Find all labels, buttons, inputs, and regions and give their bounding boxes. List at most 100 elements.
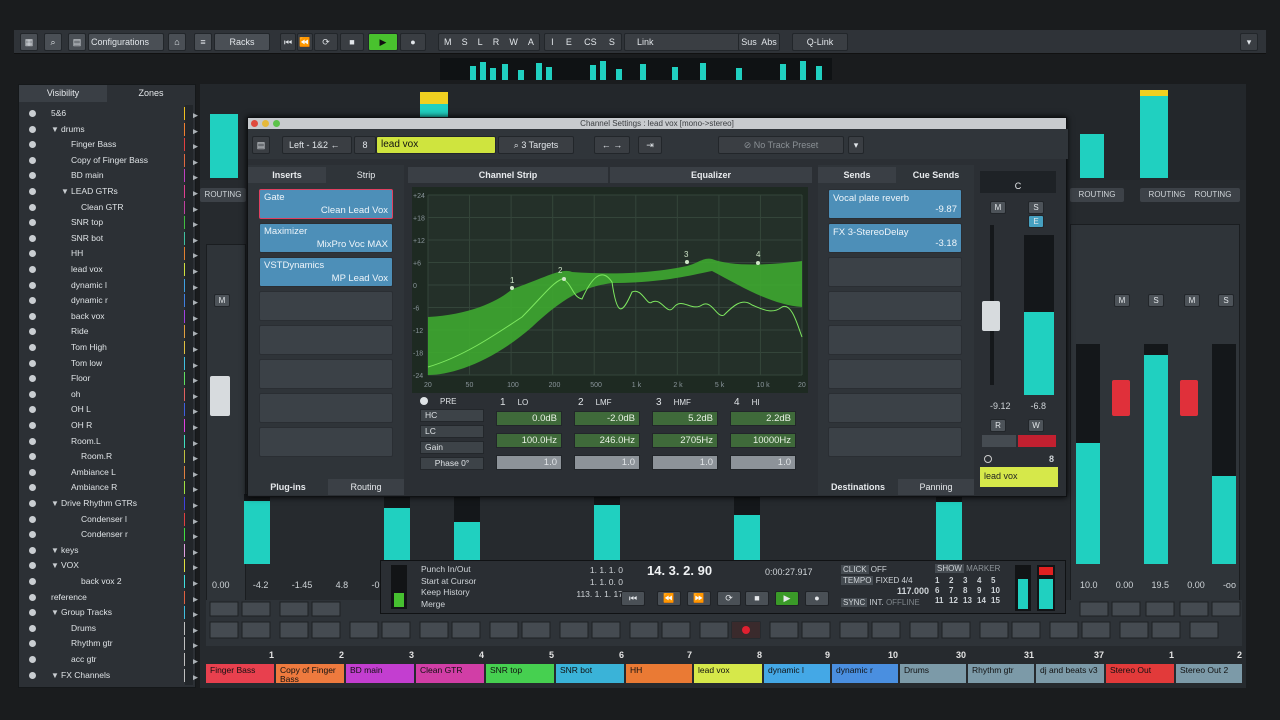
visibility-toggle-icon[interactable]	[29, 297, 36, 305]
eq-band-freq-field[interactable]: 10000Hz	[730, 433, 796, 448]
play-button-transport[interactable]: ▶	[775, 591, 799, 606]
tab-channel-strip[interactable]: Channel Strip	[408, 167, 608, 183]
visibility-item[interactable]: Copy of Finger Bass ▶	[19, 153, 198, 168]
visibility-toggle-icon[interactable]	[29, 219, 36, 227]
visibility-item[interactable]: acc gtr ▶	[19, 652, 198, 667]
visibility-item[interactable]: BD main ▶	[19, 168, 198, 183]
eq-band-q-field[interactable]: 1.0	[574, 455, 640, 470]
visibility-item[interactable]: 5&6 ▶	[19, 106, 198, 121]
visibility-toggle-icon[interactable]	[29, 468, 36, 476]
insert-slot-8[interactable]	[259, 427, 393, 457]
s-toggle[interactable]: S	[462, 34, 468, 50]
eq-band-gain-field[interactable]: 5.2dB	[652, 411, 718, 426]
track-name-label[interactable]: BD main	[346, 664, 414, 683]
track-name-label[interactable]: Clean GTR	[416, 664, 484, 683]
r-toggle[interactable]: R	[493, 34, 500, 50]
tempo-bpm[interactable]: 117.000	[841, 586, 929, 597]
stop-button[interactable]: ■	[745, 591, 769, 606]
visibility-toggle-icon[interactable]	[29, 671, 36, 679]
marker-button[interactable]: 2	[949, 576, 961, 585]
routing-selector[interactable]: Left - 1&2 ←	[282, 136, 352, 154]
mute-button-r1[interactable]: M	[1114, 294, 1130, 307]
record-button-transport[interactable]: ●	[805, 591, 829, 606]
visibility-toggle-icon[interactable]	[29, 281, 36, 289]
eq-node-1-label[interactable]: 1	[510, 276, 515, 285]
visibility-toggle-icon[interactable]	[29, 546, 36, 554]
eq-node-4-label[interactable]: 4	[756, 250, 761, 259]
visibility-toggle-icon[interactable]	[29, 406, 36, 414]
right-locator[interactable]: 1. 1. 0. 0	[545, 576, 623, 588]
record-enable-cs[interactable]	[1018, 435, 1056, 447]
visibility-toggle-icon[interactable]	[29, 188, 36, 195]
visibility-item[interactable]: Condenser l ▶	[19, 512, 198, 527]
stop-icon[interactable]: ■	[340, 33, 364, 51]
visibility-toggle-icon[interactable]	[29, 250, 36, 258]
tempo-mode[interactable]: FIXED	[876, 576, 900, 585]
track-name-label[interactable]: SNR bot	[556, 664, 624, 683]
tab-destinations[interactable]: Destinations	[818, 479, 898, 495]
hc-toggle[interactable]: HC	[420, 409, 484, 422]
track-name-label[interactable]: dynamic r	[832, 664, 898, 683]
marker-button[interactable]: 4	[977, 576, 989, 585]
track-name-label[interactable]: dynamic l	[764, 664, 830, 683]
visibility-toggle-icon[interactable]	[29, 234, 36, 242]
cs-toggle[interactable]: CS	[584, 34, 597, 50]
visibility-item[interactable]: Rhythm gtr ▶	[19, 636, 198, 651]
marker-button[interactable]: 7	[949, 586, 961, 595]
layout-icon-2[interactable]: ▤	[252, 136, 270, 154]
eq-band-header[interactable]: 2 LMF	[578, 397, 612, 408]
insert-slot-1[interactable]: Gate Clean Lead Vox	[259, 189, 393, 219]
mute-button-r2[interactable]: M	[1184, 294, 1200, 307]
visibility-toggle-icon[interactable]	[29, 390, 36, 398]
goto-prev-icon[interactable]: ⏮	[621, 591, 645, 606]
write-button-cs[interactable]: W	[1028, 419, 1044, 432]
eq-band-header[interactable]: 1 LO	[500, 397, 528, 408]
chevron-down-icon[interactable]: ▾	[1240, 33, 1258, 51]
visibility-item[interactable]: reference ▶	[19, 590, 198, 605]
visibility-item[interactable]: ▼ Drive Rhythm GTRs ▶	[19, 496, 198, 511]
solo-button-r1[interactable]: S	[1148, 294, 1164, 307]
visibility-item[interactable]: Room.R ▶	[19, 449, 198, 464]
tab-sends[interactable]: Sends	[818, 167, 896, 183]
i-toggle[interactable]: I	[551, 34, 554, 50]
visibility-toggle-icon[interactable]	[29, 328, 36, 336]
save-icon[interactable]: ⌂	[168, 33, 186, 51]
visibility-toggle-icon[interactable]	[29, 531, 36, 539]
visibility-item[interactable]: SNR top ▶	[19, 215, 198, 230]
visibility-item[interactable]: ▼ LEAD GTRs ▶	[19, 184, 198, 199]
mute-button[interactable]: M	[214, 294, 230, 307]
tab-panning[interactable]: Panning	[898, 479, 974, 495]
cycle-button[interactable]: ⟳	[717, 591, 741, 606]
send-slot-6[interactable]	[828, 359, 962, 389]
track-name-label[interactable]: dj and beats v3	[1036, 664, 1104, 683]
preset-dropdown-icon[interactable]: ▾	[848, 136, 864, 154]
tab-inserts[interactable]: Inserts	[248, 167, 326, 183]
visibility-item[interactable]: back vox ▶	[19, 309, 198, 324]
visibility-item[interactable]: Floor ▶	[19, 371, 198, 386]
lc-toggle[interactable]: LC	[420, 425, 484, 438]
marker-button[interactable]: 13	[963, 596, 975, 605]
track-name-label[interactable]: HH	[626, 664, 692, 683]
track-name-label[interactable]: Stereo Out	[1106, 664, 1174, 683]
visibility-item[interactable]: dynamic l ▶	[19, 278, 198, 293]
link-control[interactable]: Link	[624, 33, 742, 51]
phase-toggle[interactable]: Phase 0°	[420, 457, 484, 470]
marker-button[interactable]: 8	[963, 586, 975, 595]
expand-arrow-icon[interactable]: ▼	[51, 543, 59, 558]
visibility-item[interactable]: dynamic r ▶	[19, 293, 198, 308]
visibility-toggle-icon[interactable]	[29, 266, 36, 273]
eq-band-q-field[interactable]: 1.0	[496, 455, 562, 470]
visibility-item[interactable]: ▼ Group Tracks ▶	[19, 605, 198, 620]
marker-button[interactable]: 6	[935, 586, 947, 595]
close-icon[interactable]	[251, 120, 258, 127]
eq-band-q-field[interactable]: 1.0	[730, 455, 796, 470]
visibility-item[interactable]: Ambiance L ▶	[19, 465, 198, 480]
visibility-item[interactable]: Finger Bass ▶	[19, 137, 198, 152]
forward-button[interactable]: ⏩	[687, 591, 711, 606]
history-arrows[interactable]: ← →	[594, 136, 630, 154]
list-icon[interactable]: ≡	[194, 33, 212, 51]
send-slot-8[interactable]	[828, 427, 962, 457]
fader-handle-red-2[interactable]	[1180, 380, 1198, 416]
punch-in-out-option[interactable]: Punch In/Out	[421, 564, 525, 576]
eq-node-2-label[interactable]: 2	[558, 266, 563, 275]
